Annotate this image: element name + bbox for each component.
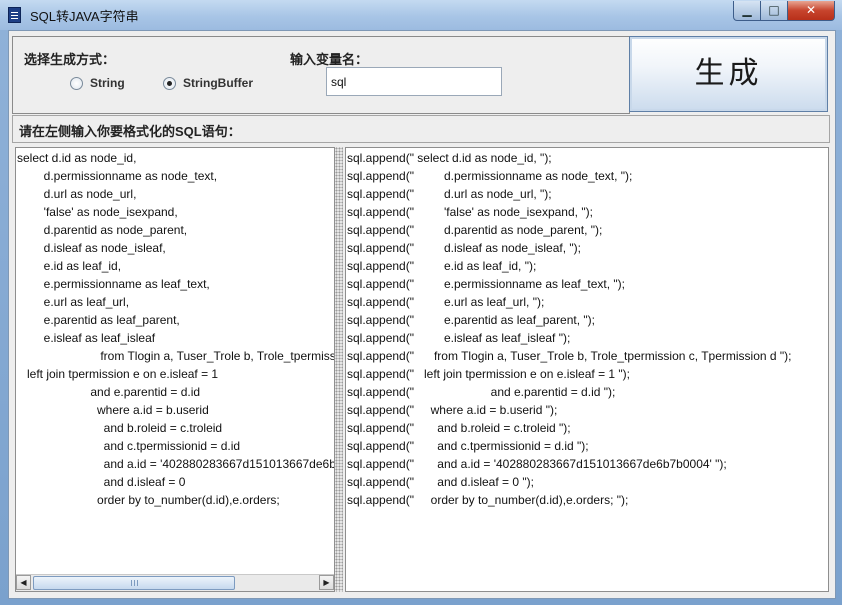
sql-input-line: and e.parentid = d.id bbox=[17, 385, 201, 399]
sql-input-line: 'false' as node_isexpand, bbox=[17, 205, 178, 219]
scroll-thumb[interactable] bbox=[33, 576, 235, 590]
java-output-line: sql.append(" d.permissionname as node_te… bbox=[347, 169, 633, 183]
java-output-line: sql.append(" d.url as node_url, "); bbox=[347, 187, 552, 201]
radio-stringbuffer[interactable]: StringBuffer bbox=[163, 75, 253, 91]
java-output-line: sql.append(" order by to_number(d.id),e.… bbox=[347, 493, 629, 507]
java-output-line: sql.append(" and e.parentid = d.id "); bbox=[347, 385, 616, 399]
java-output-line: sql.append(" e.url as leaf_url, "); bbox=[347, 295, 545, 309]
java-output-line: sql.append(" e.id as leaf_id, "); bbox=[347, 259, 537, 273]
java-output-line: sql.append(" d.isleaf as node_isleaf, ")… bbox=[347, 241, 581, 255]
hint-bar: 请在左侧输入你要格式化的SQL语句： bbox=[12, 115, 830, 143]
java-output-line: sql.append(" and a.id = '402880283667d15… bbox=[347, 457, 727, 471]
sql-input-line: left join tpermission e on e.isleaf = 1 bbox=[17, 367, 219, 381]
radio-stringbuffer-icon[interactable] bbox=[163, 76, 176, 90]
java-output-line: sql.append(" from Tlogin a, Tuser_Trole … bbox=[347, 349, 792, 363]
client-area: 选择生成方式： String StringBuffer 输入变量名： 生成 请在… bbox=[8, 30, 836, 599]
radio-stringbuffer-label[interactable]: StringBuffer bbox=[183, 76, 253, 90]
variable-name-input[interactable] bbox=[326, 67, 502, 96]
java-output-line: sql.append(" and c.tpermissionid = d.id … bbox=[347, 439, 589, 453]
java-output-line: sql.append(" d.parentid as node_parent, … bbox=[347, 223, 603, 237]
sql-input-line: d.isleaf as node_isleaf, bbox=[17, 241, 166, 255]
close-button[interactable]: ✕ bbox=[787, 1, 835, 21]
sql-input-line: d.parentid as node_parent, bbox=[17, 223, 188, 237]
sql-input-line: e.id as leaf_id, bbox=[17, 259, 122, 273]
radio-string-icon[interactable] bbox=[70, 76, 83, 90]
java-output-line: sql.append(" left join tpermission e on … bbox=[347, 367, 631, 381]
scroll-left-button[interactable]: ◀ bbox=[16, 575, 31, 590]
generate-button[interactable]: 生成 bbox=[629, 36, 828, 112]
sql-input-line: d.permissionname as node_text, bbox=[17, 169, 218, 183]
var-label: 输入变量名： bbox=[290, 52, 369, 67]
radio-string[interactable]: String bbox=[70, 75, 125, 91]
input-hint: 请在左侧输入你要格式化的SQL语句： bbox=[19, 124, 241, 139]
sql-input-line: e.url as leaf_url, bbox=[17, 295, 130, 309]
scroll-right-button[interactable]: ▶ bbox=[319, 575, 334, 590]
sql-input-line: where a.id = b.userid bbox=[17, 403, 209, 417]
options-panel: 选择生成方式： String StringBuffer 输入变量名： bbox=[12, 36, 630, 114]
sql-input-line: select d.id as node_id, bbox=[17, 151, 137, 165]
java-output-line: sql.append(" where a.id = b.userid "); bbox=[347, 403, 558, 417]
sql-input-line: order by to_number(d.id),e.orders; bbox=[17, 493, 280, 507]
mode-label: 选择生成方式： bbox=[24, 52, 116, 67]
java-output-line: sql.append(" e.parentid as leaf_parent, … bbox=[347, 313, 595, 327]
java-output-line: sql.append(" e.isleaf as leaf_isleaf "); bbox=[347, 331, 571, 345]
minimize-button[interactable]: ▁ bbox=[733, 1, 761, 21]
sql-input-line: e.permissionname as leaf_text, bbox=[17, 277, 210, 291]
java-output-textarea[interactable]: sql.append(" select d.id as node_id, ");… bbox=[345, 147, 829, 592]
java-output-line: sql.append(" and b.roleid = c.troleid ")… bbox=[347, 421, 571, 435]
sql-input-line: e.isleaf as leaf_isleaf bbox=[17, 331, 156, 345]
sql-input-line: and c.tpermissionid = d.id bbox=[17, 439, 241, 453]
sql-input-line: d.url as node_url, bbox=[17, 187, 137, 201]
sql-input-line: and d.isleaf = 0 bbox=[17, 475, 186, 489]
window-title: SQL转JAVA字符串 bbox=[30, 9, 139, 24]
radio-string-label[interactable]: String bbox=[90, 76, 125, 90]
java-output-line: sql.append(" select d.id as node_id, "); bbox=[347, 151, 552, 165]
document-icon bbox=[8, 7, 21, 23]
sql-input-line: and b.roleid = c.troleid bbox=[17, 421, 223, 435]
horizontal-scrollbar[interactable]: ◀ ▶ bbox=[16, 574, 334, 591]
sql-input-line: from Tlogin a, Tuser_Trole b, Trole_tper… bbox=[100, 349, 335, 363]
title-bar[interactable]: SQL转JAVA字符串 ▁ □ ✕ bbox=[0, 0, 842, 30]
maximize-button[interactable]: □ bbox=[760, 1, 788, 21]
java-output-line: sql.append(" 'false' as node_isexpand, "… bbox=[347, 205, 593, 219]
java-output-text[interactable]: sql.append(" select d.id as node_id, ");… bbox=[347, 149, 791, 509]
split-pane-divider[interactable] bbox=[335, 147, 343, 592]
app-window: SQL转JAVA字符串 ▁ □ ✕ 选择生成方式： String StringB… bbox=[0, 0, 842, 605]
sql-input-textarea[interactable]: select d.id as node_id, d.permissionname… bbox=[15, 147, 335, 592]
sql-input-text[interactable]: select d.id as node_id, d.permissionname… bbox=[17, 149, 335, 509]
java-output-line: sql.append(" and d.isleaf = 0 "); bbox=[347, 475, 534, 489]
sql-input-line: e.parentid as leaf_parent, bbox=[17, 313, 180, 327]
sql-input-line: and a.id = '402880283667d151013667de6b7b… bbox=[103, 457, 335, 471]
java-output-line: sql.append(" e.permissionname as leaf_te… bbox=[347, 277, 625, 291]
